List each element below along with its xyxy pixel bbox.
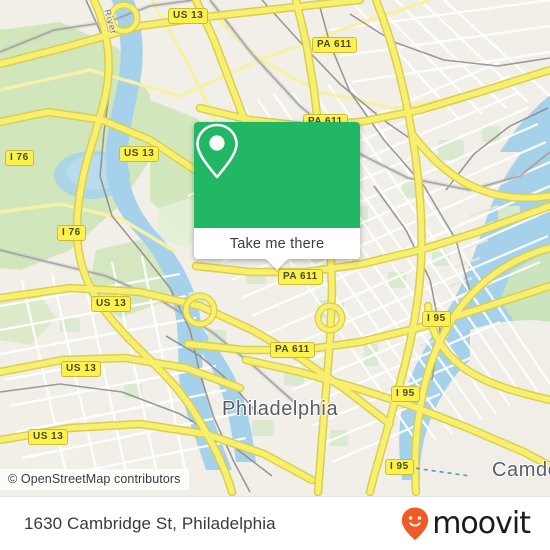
- road-shield-i95: I 95: [385, 459, 414, 475]
- map-canvas[interactable]: River Philadelphia Camde US 13 PA 611 PA…: [0, 0, 550, 496]
- moovit-smiley-pin-icon: [402, 507, 429, 540]
- road-shield-us13: US 13: [61, 361, 102, 377]
- popup-icon-area: [194, 122, 360, 228]
- road-shield-pa611: PA 611: [278, 269, 323, 285]
- road-shield-us13: US 13: [119, 146, 160, 162]
- road-shield-i76: I 76: [57, 225, 86, 241]
- popup-tail: [266, 259, 288, 270]
- moovit-brand[interactable]: moovit: [400, 505, 531, 542]
- moovit-wordmark: moovit: [432, 505, 531, 541]
- road-shield-pa611: PA 611: [270, 342, 315, 358]
- map-pin-icon: [196, 123, 238, 179]
- road-shield-pa611: PA 611: [312, 37, 357, 53]
- road-shield-i76: I 76: [5, 150, 34, 166]
- road-shield-us13: US 13: [91, 296, 132, 312]
- address-label: 1630 Cambridge St, Philadelphia: [24, 513, 276, 533]
- road-shield-i95: I 95: [391, 386, 420, 402]
- footer-bar: 1630 Cambridge St, Philadelphia moovit: [0, 496, 550, 550]
- place-label-philadelphia: Philadelphia: [222, 398, 339, 420]
- osm-attribution[interactable]: © OpenStreetMap contributors: [0, 469, 189, 490]
- road-shield-i95: I 95: [422, 311, 451, 327]
- take-me-there-button[interactable]: Take me there: [194, 228, 360, 259]
- road-shield-us13: US 13: [28, 429, 69, 445]
- place-label-camden: Camde: [492, 459, 550, 481]
- screenshot-root: River Philadelphia Camde US 13 PA 611 PA…: [0, 0, 550, 550]
- road-shield-us13: US 13: [168, 8, 209, 24]
- take-me-there-label: Take me there: [229, 235, 325, 252]
- destination-popup-card[interactable]: Take me there: [194, 122, 360, 270]
